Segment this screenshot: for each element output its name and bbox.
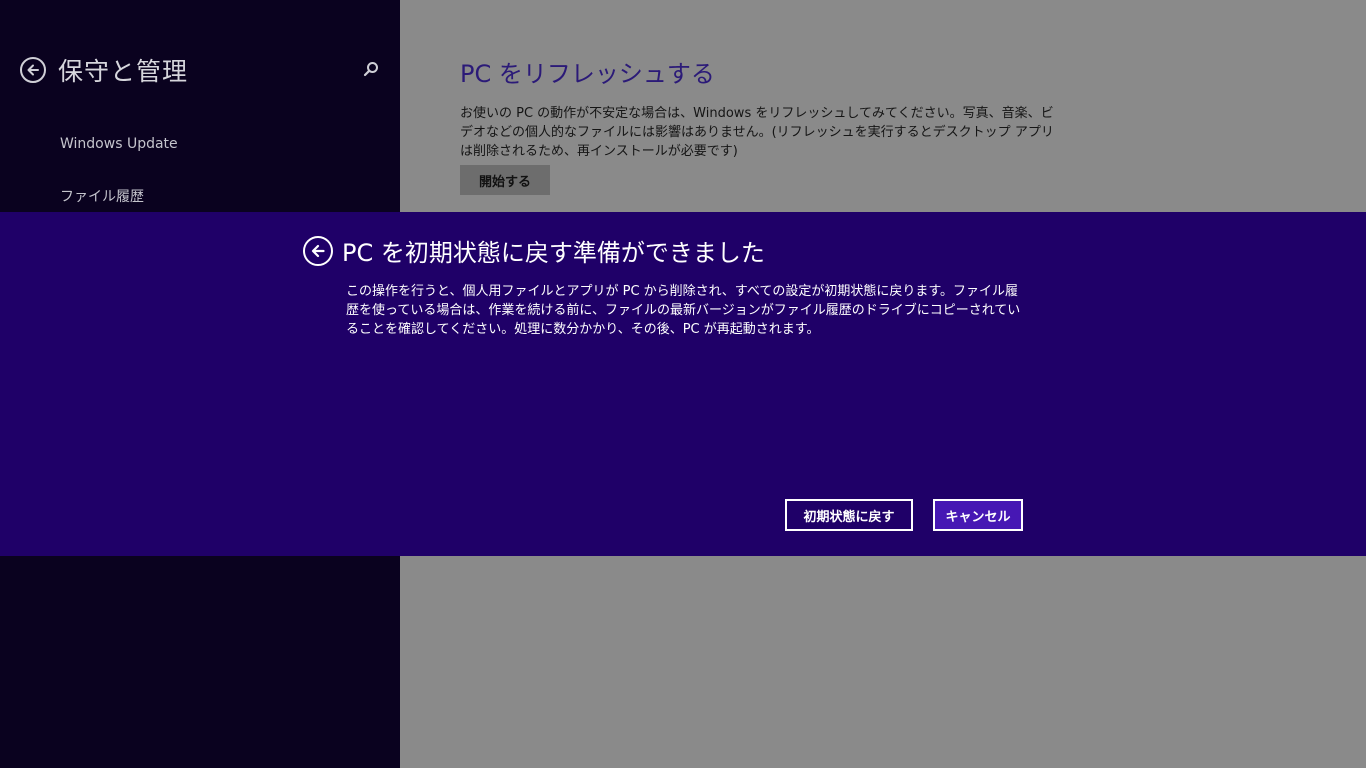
sidebar-item-file-history[interactable]: ファイル履歴: [60, 186, 144, 206]
back-arrow-icon[interactable]: [20, 57, 46, 83]
cancel-button[interactable]: キャンセル: [933, 499, 1023, 531]
sidebar-item-windows-update[interactable]: Windows Update: [60, 136, 178, 152]
refresh-section-description: お使いの PC の動作が不安定な場合は、Windows をリフレッシュしてみてく…: [460, 106, 1054, 159]
dialog-back-arrow-icon[interactable]: [303, 236, 333, 266]
refresh-section-title: PC をリフレッシュする: [460, 60, 715, 88]
start-button[interactable]: 開始する: [460, 165, 550, 195]
dialog-back-arrow-icon-glyph: [311, 244, 325, 258]
back-arrow-icon-glyph: [27, 64, 39, 76]
left-header: 保守と管理: [20, 52, 188, 88]
search-icon-glyph: [363, 62, 378, 77]
reset-button[interactable]: 初期状態に戻す: [785, 499, 913, 531]
page-title: 保守と管理: [58, 57, 189, 86]
reset-confirm-dialog: PC を初期状態に戻す準備ができました この操作を行うと、個人用ファイルとアプリ…: [0, 212, 1366, 556]
search-icon[interactable]: [362, 60, 380, 78]
dialog-title: PC を初期状態に戻す準備ができました: [342, 239, 765, 267]
screen: 保守と管理 Windows Update ファイル履歴 PC をリフレッシュする…: [0, 0, 1366, 768]
dialog-description: この操作を行うと、個人用ファイルとアプリが PC から削除され、すべての設定が初…: [346, 284, 1021, 337]
